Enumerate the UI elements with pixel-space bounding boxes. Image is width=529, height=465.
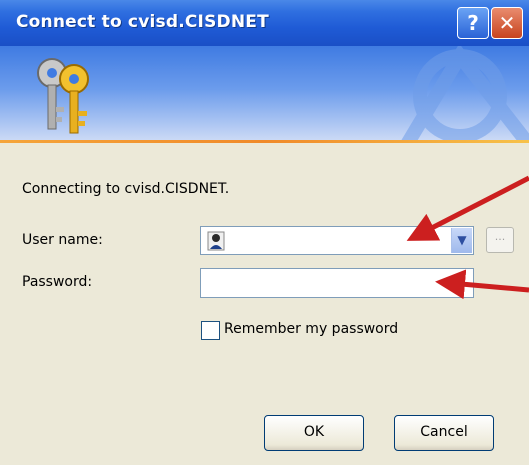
banner-watermark xyxy=(400,46,529,142)
password-label: Password: xyxy=(22,274,93,290)
close-icon: ✕ xyxy=(498,11,516,35)
ok-button[interactable]: OK xyxy=(264,415,364,451)
banner xyxy=(0,46,529,142)
password-field[interactable] xyxy=(200,268,474,298)
browse-users-button[interactable]: ... xyxy=(486,227,514,253)
window-title: Connect to cvisd.CISDNET xyxy=(16,12,269,32)
help-icon: ? xyxy=(467,11,479,35)
title-bar: Connect to cvisd.CISDNET ? ✕ xyxy=(0,0,529,46)
username-label: User name: xyxy=(22,232,103,248)
cancel-button[interactable]: Cancel xyxy=(394,415,494,451)
keys-icon xyxy=(37,58,89,134)
username-dropdown-button[interactable]: ▼ xyxy=(451,228,472,253)
username-combobox[interactable]: ▼ xyxy=(200,226,474,255)
user-icon xyxy=(207,231,225,251)
help-button[interactable]: ? xyxy=(457,7,489,39)
remember-password-label: Remember my password xyxy=(224,321,399,337)
close-button[interactable]: ✕ xyxy=(491,7,523,39)
remember-password-checkbox[interactable] xyxy=(201,321,220,340)
chevron-down-icon: ▼ xyxy=(457,233,467,247)
connection-message: Connecting to cvisd.CISDNET. xyxy=(22,181,230,197)
